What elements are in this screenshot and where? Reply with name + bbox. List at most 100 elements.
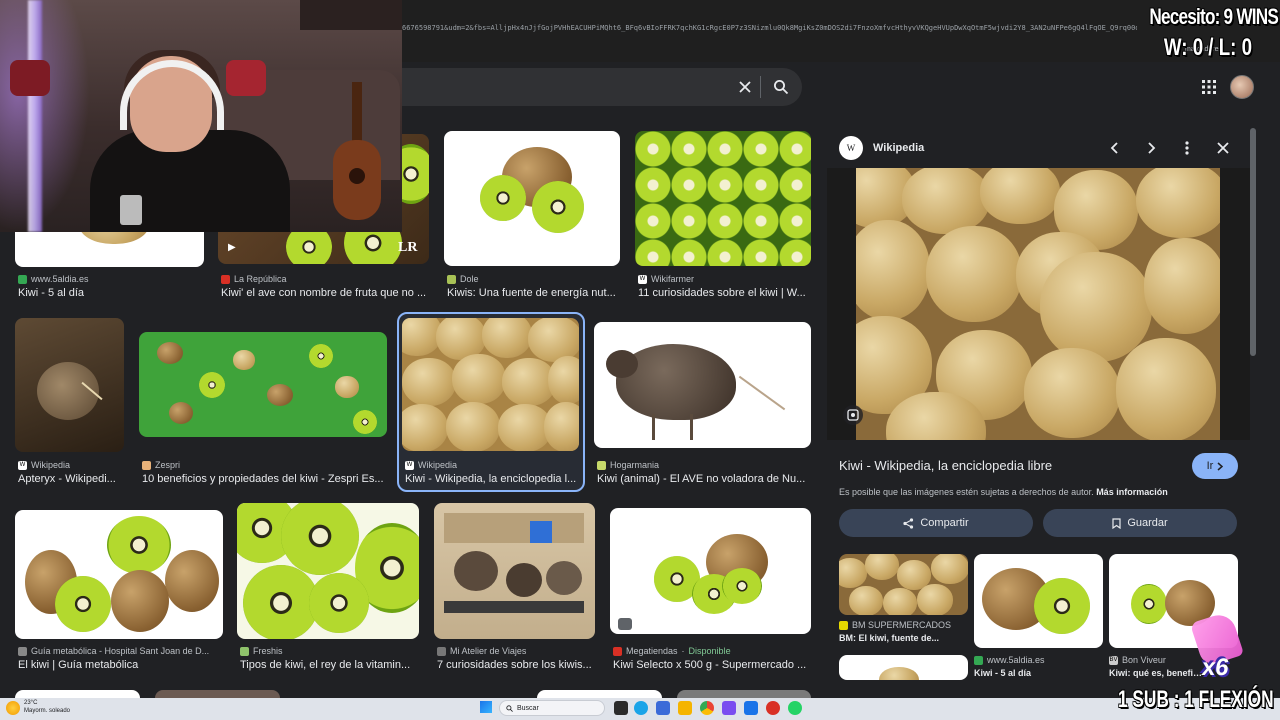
file-explorer-icon[interactable]: [678, 701, 692, 715]
result-title[interactable]: 10 beneficios y propiedades del kiwi - Z…: [142, 473, 387, 485]
panel-site-name[interactable]: Wikipedia: [873, 142, 924, 154]
favicon: [597, 460, 606, 470]
source-label: Bon Viveur: [1122, 655, 1166, 665]
image-tile-11[interactable]: [434, 503, 595, 639]
more-options-button[interactable]: [1171, 132, 1203, 164]
result-title[interactable]: Kiwi - 5 al día: [18, 287, 208, 299]
preview-image[interactable]: [856, 168, 1220, 440]
result-title[interactable]: Kiwi - Wikipedia, la enciclopedia l...: [405, 473, 579, 485]
favicon: [142, 460, 151, 470]
sub-rule-label: 1 SUB : 1 FLEXIÓN: [1118, 686, 1274, 713]
image-tile-8[interactable]: [594, 322, 811, 448]
image-tile-9[interactable]: [15, 510, 223, 639]
favicon: [974, 655, 983, 665]
favicon: [437, 646, 446, 656]
more-vert-icon: [1185, 141, 1189, 155]
copyright-text: Es posible que las imágenes estén sujeta…: [839, 487, 1094, 497]
result-title[interactable]: Kiwi - 5 al día: [974, 668, 1103, 678]
more-info-link[interactable]: Más información: [1096, 487, 1168, 497]
panel-title[interactable]: Kiwi - Wikipedia, la enciclopedia libre: [839, 458, 1052, 473]
weather-icon[interactable]: [6, 701, 20, 715]
copyright-notice: Es posible que las imágenes estén sujeta…: [839, 487, 1168, 497]
result-source: Hogarmania: [597, 460, 811, 470]
apps-button[interactable]: [1199, 77, 1219, 97]
task-view-icon[interactable]: [614, 701, 628, 715]
account-avatar[interactable]: [1230, 75, 1254, 99]
next-button[interactable]: [1135, 132, 1167, 164]
panel-scrollbar[interactable]: [1250, 128, 1256, 356]
clear-search-button[interactable]: [735, 76, 755, 98]
close-panel-button[interactable]: [1207, 132, 1239, 164]
close-icon: [1217, 142, 1229, 154]
weather-desc: Mayorm. soleado: [24, 708, 71, 714]
result-title[interactable]: Kiwi' el ave con nombre de fruta que no …: [221, 287, 429, 299]
search-button[interactable]: [770, 76, 792, 98]
visit-label: Ir: [1206, 460, 1214, 472]
image-tile-7[interactable]: [402, 318, 579, 451]
result-title[interactable]: Kiwi (animal) - El AVE no voladora de Nu…: [597, 473, 811, 485]
related-image-1[interactable]: [839, 554, 968, 615]
favicon: W: [405, 460, 414, 470]
app-icon[interactable]: [744, 701, 758, 715]
result-source: www.5aldia.es: [18, 274, 208, 284]
favicon: [18, 646, 27, 656]
image-tile-13[interactable]: [15, 690, 140, 698]
source-label: www.5aldia.es: [31, 274, 89, 284]
result-source: W Wikifarmer: [638, 274, 808, 284]
result-title[interactable]: Tipos de kiwi, el rey de la vitamin...: [240, 659, 419, 671]
start-icon[interactable]: [480, 701, 492, 713]
related-image-4[interactable]: [839, 655, 968, 680]
whatsapp-icon[interactable]: [788, 701, 802, 715]
visit-button[interactable]: Ir: [1192, 453, 1238, 479]
taskbar-search[interactable]: Buscar: [499, 700, 605, 716]
wins-record-label: W: 0 / L: 0: [1163, 34, 1252, 61]
chevron-left-icon: [1110, 142, 1118, 154]
source-label: La República: [234, 274, 287, 284]
result-title[interactable]: 7 curiosidades sobre los kiwis...: [437, 659, 595, 671]
result-title[interactable]: Kiwis: Una fuente de energía nut...: [447, 287, 617, 299]
result-title[interactable]: 11 curiosidades sobre el kiwi | W...: [638, 287, 808, 299]
favicon: [221, 274, 230, 284]
image-tile-12[interactable]: [610, 508, 811, 634]
app-icon[interactable]: [766, 701, 780, 715]
result-title[interactable]: Apteryx - Wikipedi...: [18, 473, 124, 485]
save-button[interactable]: Guardar: [1043, 509, 1237, 537]
visual-search-button[interactable]: [843, 405, 863, 425]
favicon: W: [18, 460, 27, 470]
result-source: Guía metabólica - Hospital Sant Joan de …: [18, 646, 223, 656]
source-label: Megatiendas: [626, 646, 678, 656]
app-icon[interactable]: [722, 701, 736, 715]
image-tile-3[interactable]: [444, 131, 620, 266]
source-label: www.5aldia.es: [987, 655, 1045, 665]
lens-icon: [847, 409, 859, 421]
result-title[interactable]: Kiwi Selecto x 500 g - Supermercado ...: [613, 659, 811, 671]
result-title[interactable]: El kiwi | Guía metabólica: [18, 659, 223, 671]
result-source: Freshis: [240, 646, 419, 656]
share-button[interactable]: Compartir: [839, 509, 1033, 537]
video-play-icon: ▶: [228, 242, 236, 253]
image-tile-10[interactable]: [237, 503, 419, 639]
favicon: [447, 274, 456, 284]
chrome-icon[interactable]: [700, 701, 714, 715]
source-label: Wikipedia: [418, 460, 458, 470]
result-title[interactable]: BM: El kiwi, fuente de...: [839, 633, 968, 643]
image-tile-6[interactable]: [139, 332, 387, 437]
image-tile-5[interactable]: [15, 318, 124, 452]
chevron-right-icon: [1148, 142, 1156, 154]
site-favicon: W: [839, 136, 863, 160]
app-icon[interactable]: [656, 701, 670, 715]
weather-widget[interactable]: 23°C Mayorm. soleado: [24, 699, 70, 715]
source-label: Hogarmania: [610, 460, 660, 470]
image-tile-4[interactable]: [635, 131, 811, 266]
url-text[interactable]: 6676598791&udm=2&fbs=AlljpHx4nJjfGojPVHh…: [402, 24, 1137, 32]
bookmark-icon: [1112, 517, 1121, 529]
apps-grid-icon: [1202, 80, 1216, 94]
image-tile-16[interactable]: [677, 690, 811, 698]
image-tile-14[interactable]: [155, 690, 280, 698]
result-title[interactable]: Kiwi: qué es, benefic...: [1109, 668, 1204, 678]
webcam-overlay: [0, 0, 402, 232]
image-tile-15[interactable]: [537, 690, 662, 698]
related-image-2[interactable]: [974, 554, 1103, 648]
edge-icon[interactable]: [634, 701, 648, 715]
previous-button[interactable]: [1099, 132, 1131, 164]
